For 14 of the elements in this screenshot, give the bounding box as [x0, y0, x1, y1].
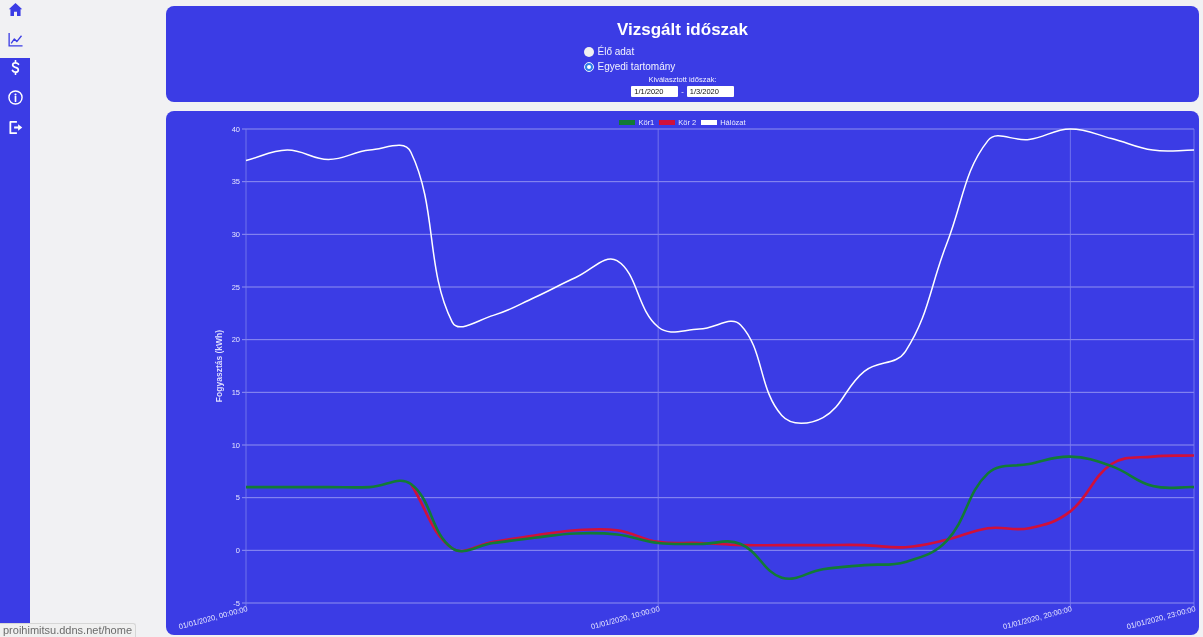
home-icon[interactable] [7, 2, 23, 17]
line-chart-icon[interactable] [7, 32, 23, 47]
info-icon[interactable] [7, 90, 23, 105]
panel-title: Vizsgált időszak [617, 20, 748, 40]
legend-swatch-icon[interactable] [701, 119, 718, 125]
radio-button[interactable] [583, 61, 594, 72]
status-url: proihimitsu.ddns.net/home [0, 623, 136, 637]
radio-button[interactable] [583, 46, 594, 57]
axis-title: Fogyasztás (kWh) [214, 329, 224, 403]
sign-out-icon[interactable] [7, 120, 23, 135]
legend-swatch-icon[interactable] [659, 119, 676, 125]
radio-label[interactable]: Élő adat [597, 45, 635, 58]
legend-swatch-icon[interactable] [619, 119, 636, 125]
radio-label[interactable]: Egyedi tartomány [597, 60, 676, 73]
